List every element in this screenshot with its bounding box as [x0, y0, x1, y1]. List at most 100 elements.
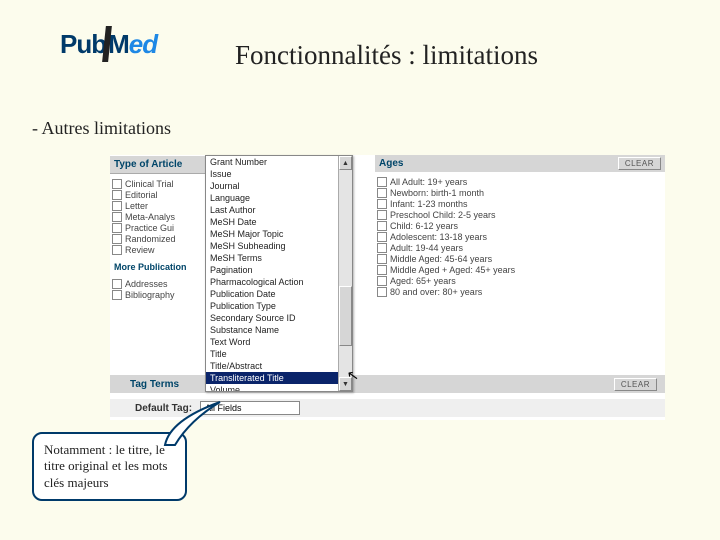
screenshot-region: Type of Article Clinical TrialEditorialL…: [110, 155, 665, 420]
checkbox-icon[interactable]: [377, 177, 387, 187]
check-label: Newborn: birth-1 month: [390, 188, 484, 198]
dropdown-item[interactable]: Volume: [206, 384, 352, 391]
check-label: Bibliography: [125, 290, 175, 300]
dropdown-item[interactable]: MeSH Major Topic: [206, 228, 352, 240]
checkbox-icon[interactable]: [377, 243, 387, 253]
check-label: Randomized: [125, 234, 176, 244]
dropdown-item[interactable]: MeSH Subheading: [206, 240, 352, 252]
dropdown-item[interactable]: Journal: [206, 180, 352, 192]
check-item[interactable]: Review: [112, 245, 203, 255]
check-item[interactable]: Addresses: [112, 279, 203, 289]
tag-terms-row: Tag Terms CLEAR: [110, 375, 665, 393]
check-item[interactable]: Editorial: [112, 190, 203, 200]
ages-header: Ages CLEAR: [375, 155, 665, 172]
checkbox-icon[interactable]: [112, 279, 122, 289]
check-label: Middle Aged: 45-64 years: [390, 254, 492, 264]
check-item[interactable]: Child: 6-12 years: [377, 221, 663, 231]
checkbox-icon[interactable]: [112, 245, 122, 255]
ages-checklist: All Adult: 19+ yearsNewborn: birth-1 mon…: [375, 172, 665, 302]
callout-tail-icon: [160, 400, 240, 450]
check-item[interactable]: Letter: [112, 201, 203, 211]
checkbox-icon[interactable]: [377, 210, 387, 220]
checkbox-icon[interactable]: [112, 201, 122, 211]
scroll-up-button[interactable]: ▲: [339, 156, 352, 170]
dropdown-item[interactable]: Pharmacological Action: [206, 276, 352, 288]
tag-clear-button[interactable]: CLEAR: [614, 378, 657, 391]
dropdown-list: Grant NumberIssueJournalLanguageLast Aut…: [206, 156, 352, 391]
logo-ed: ed: [129, 29, 157, 59]
check-label: Middle Aged + Aged: 45+ years: [390, 265, 515, 275]
dropdown-item[interactable]: Pagination: [206, 264, 352, 276]
checkbox-icon[interactable]: [112, 223, 122, 233]
dropdown-item[interactable]: Language: [206, 192, 352, 204]
checkbox-icon[interactable]: [377, 188, 387, 198]
dropdown-item[interactable]: MeSH Date: [206, 216, 352, 228]
dropdown-item[interactable]: Publication Date: [206, 288, 352, 300]
logo-pub: Pub: [60, 29, 106, 59]
check-item[interactable]: Clinical Trial: [112, 179, 203, 189]
check-item[interactable]: Newborn: birth-1 month: [377, 188, 663, 198]
dropdown-scrollbar[interactable]: ▲ ▼: [338, 156, 352, 391]
ages-clear-button[interactable]: CLEAR: [618, 157, 661, 170]
type-of-article-header: Type of Article: [110, 155, 205, 174]
checkbox-icon[interactable]: [377, 254, 387, 264]
check-label: 80 and over: 80+ years: [390, 287, 482, 297]
slide-subtitle: - Autres limitations: [32, 118, 171, 139]
logo-m: M: [108, 29, 129, 59]
checkbox-icon[interactable]: [377, 287, 387, 297]
check-item[interactable]: Practice Gui: [112, 223, 203, 233]
check-item[interactable]: Aged: 65+ years: [377, 276, 663, 286]
checkbox-icon[interactable]: [377, 265, 387, 275]
dropdown-item[interactable]: Issue: [206, 168, 352, 180]
check-item[interactable]: Adolescent: 13-18 years: [377, 232, 663, 242]
dropdown-item[interactable]: Transliterated Title: [206, 372, 352, 384]
dropdown-item[interactable]: Secondary Source ID: [206, 312, 352, 324]
dropdown-item[interactable]: Publication Type: [206, 300, 352, 312]
checkbox-icon[interactable]: [377, 276, 387, 286]
check-label: Editorial: [125, 190, 158, 200]
checkbox-icon[interactable]: [377, 221, 387, 231]
dropdown-item[interactable]: Title/Abstract: [206, 360, 352, 372]
check-label: Adult: 19-44 years: [390, 243, 463, 253]
checkbox-icon[interactable]: [112, 190, 122, 200]
dropdown-item[interactable]: Title: [206, 348, 352, 360]
check-item[interactable]: Bibliography: [112, 290, 203, 300]
check-item[interactable]: Preschool Child: 2-5 years: [377, 210, 663, 220]
check-label: Review: [125, 245, 155, 255]
dropdown-item[interactable]: Substance Name: [206, 324, 352, 336]
check-label: Child: 6-12 years: [390, 221, 458, 231]
check-item[interactable]: Middle Aged: 45-64 years: [377, 254, 663, 264]
check-item[interactable]: Meta-Analys: [112, 212, 203, 222]
check-label: Letter: [125, 201, 148, 211]
check-label: Aged: 65+ years: [390, 276, 456, 286]
more-publication-link[interactable]: More Publication: [110, 260, 205, 274]
check-item[interactable]: All Adult: 19+ years: [377, 177, 663, 187]
check-label: Practice Gui: [125, 223, 174, 233]
check-item[interactable]: Randomized: [112, 234, 203, 244]
type-checklist: Clinical TrialEditorialLetterMeta-Analys…: [110, 174, 205, 260]
field-dropdown[interactable]: Grant NumberIssueJournalLanguageLast Aut…: [205, 155, 353, 392]
check-label: Addresses: [125, 279, 168, 289]
checkbox-icon[interactable]: [112, 234, 122, 244]
checkbox-icon[interactable]: [112, 290, 122, 300]
check-label: All Adult: 19+ years: [390, 177, 467, 187]
checkbox-icon[interactable]: [377, 199, 387, 209]
check-item[interactable]: 80 and over: 80+ years: [377, 287, 663, 297]
check-label: Preschool Child: 2-5 years: [390, 210, 496, 220]
dropdown-item[interactable]: Grant Number: [206, 156, 352, 168]
callout-text: Notamment : le titre, le titre original …: [44, 442, 167, 490]
dropdown-item[interactable]: MeSH Terms: [206, 252, 352, 264]
checkbox-icon[interactable]: [112, 179, 122, 189]
checkbox-icon[interactable]: [377, 232, 387, 242]
checkbox-icon[interactable]: [112, 212, 122, 222]
check-item[interactable]: Infant: 1-23 months: [377, 199, 663, 209]
slide-title: Fonctionnalités : limitations: [235, 40, 538, 71]
check-label: Clinical Trial: [125, 179, 174, 189]
check-item[interactable]: Middle Aged + Aged: 45+ years: [377, 265, 663, 275]
dropdown-item[interactable]: Last Author: [206, 204, 352, 216]
left-column: Type of Article Clinical TrialEditorialL…: [110, 155, 205, 305]
check-label: Meta-Analys: [125, 212, 175, 222]
scroll-thumb[interactable]: [339, 286, 352, 346]
dropdown-item[interactable]: Text Word: [206, 336, 352, 348]
check-item[interactable]: Adult: 19-44 years: [377, 243, 663, 253]
